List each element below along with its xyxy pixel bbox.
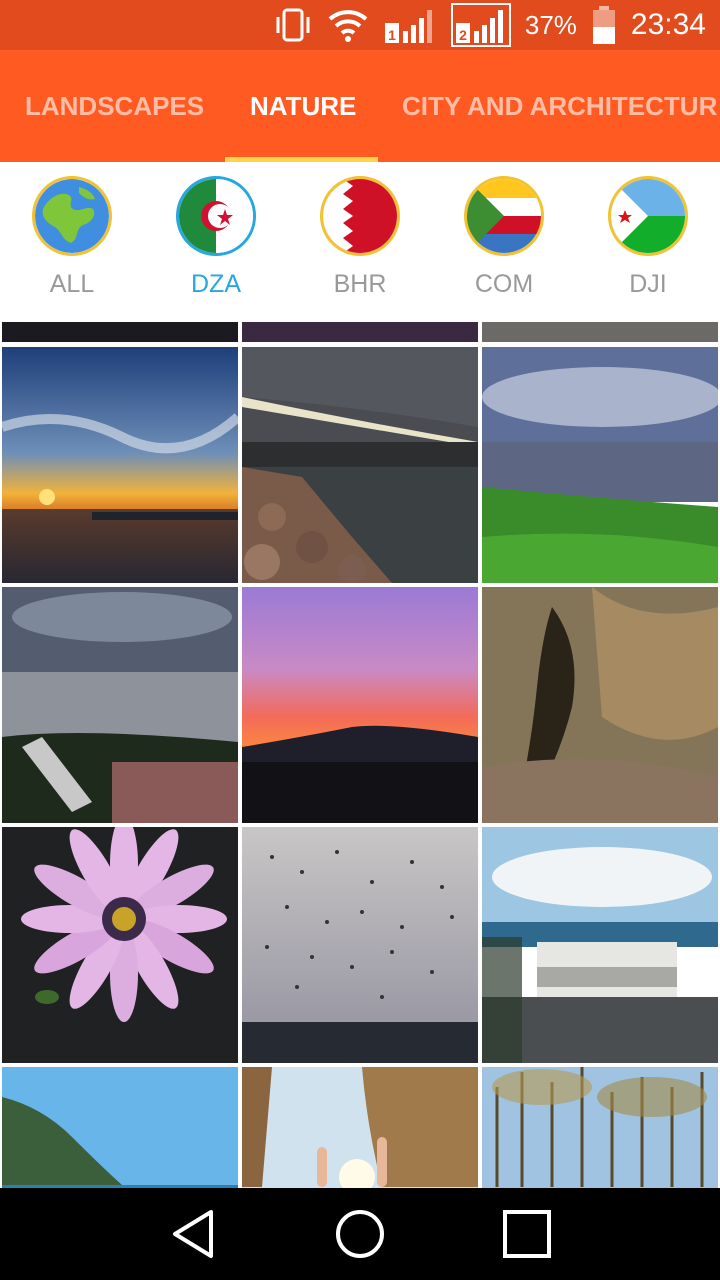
svg-text:2: 2 (459, 27, 467, 43)
photo-sun-through-rocks[interactable] (242, 1067, 478, 1188)
photo-sea-and-grass[interactable] (482, 347, 718, 583)
clock: 23:34 (630, 8, 706, 41)
photo-coastal-cliff[interactable] (2, 1067, 238, 1188)
country-all[interactable]: ALL (12, 176, 132, 316)
photo-sea-with-bench[interactable] (2, 587, 238, 823)
system-nav-bar (0, 1188, 720, 1280)
algeria-flag-icon (176, 176, 256, 256)
djibouti-flag-icon (608, 176, 688, 256)
photo-bird-flock-sky[interactable] (242, 827, 478, 1063)
photo-thumbnail[interactable] (482, 322, 718, 342)
country-dji[interactable]: DJI (588, 176, 708, 316)
back-icon (173, 1210, 214, 1258)
comoros-flag-icon (464, 176, 544, 256)
country-label: BHR (333, 270, 387, 298)
photo-bare-trees[interactable] (482, 1067, 718, 1188)
photo-sunset-over-sea[interactable] (2, 347, 238, 583)
photo-rock-cave[interactable] (482, 587, 718, 823)
svg-text:1: 1 (388, 27, 396, 43)
tab-city-and-architecture[interactable]: CITY AND ARCHITECTUR (402, 50, 717, 162)
bahrain-flag-icon (320, 176, 400, 256)
home-button[interactable] (325, 1199, 395, 1269)
recents-button[interactable] (492, 1199, 562, 1269)
home-icon (335, 1210, 384, 1258)
country-label: ALL (49, 270, 95, 298)
tab-nature[interactable]: NATURE (250, 50, 356, 162)
country-bhr[interactable]: BHR (300, 176, 420, 316)
photo-thumbnail[interactable] (2, 322, 238, 342)
battery-icon (591, 5, 617, 45)
country-label: COM (474, 270, 534, 298)
country-dza[interactable]: DZA (156, 176, 276, 316)
wifi-icon (327, 7, 369, 43)
back-button[interactable] (158, 1199, 228, 1269)
signal-sim1-icon: 1 (383, 5, 437, 45)
photo-grid (0, 322, 720, 1188)
country-filter: ALL DZA BHR COM DJI (0, 162, 720, 322)
recents-icon (502, 1210, 551, 1258)
country-com[interactable]: COM (444, 176, 564, 316)
signal-sim2-icon: 2 (450, 3, 511, 47)
country-label: DJI (629, 270, 667, 298)
photo-purple-daisy[interactable] (2, 827, 238, 1063)
vibrate-icon (273, 5, 313, 45)
photo-rocky-breakwater[interactable] (242, 347, 478, 583)
photo-purple-sunset-hills[interactable] (242, 587, 478, 823)
battery-percent: 37% (524, 9, 577, 40)
country-label: DZA (191, 270, 241, 298)
category-tabs: LANDSCAPES NATURE CITY AND ARCHITECTUR (0, 50, 720, 162)
globe-icon (32, 176, 112, 256)
status-bar: 1 2 37% 23:34 (0, 0, 720, 50)
photo-blurred-building-sea[interactable] (482, 827, 718, 1063)
tab-landscapes[interactable]: LANDSCAPES (25, 50, 204, 162)
photo-thumbnail[interactable] (242, 322, 478, 342)
